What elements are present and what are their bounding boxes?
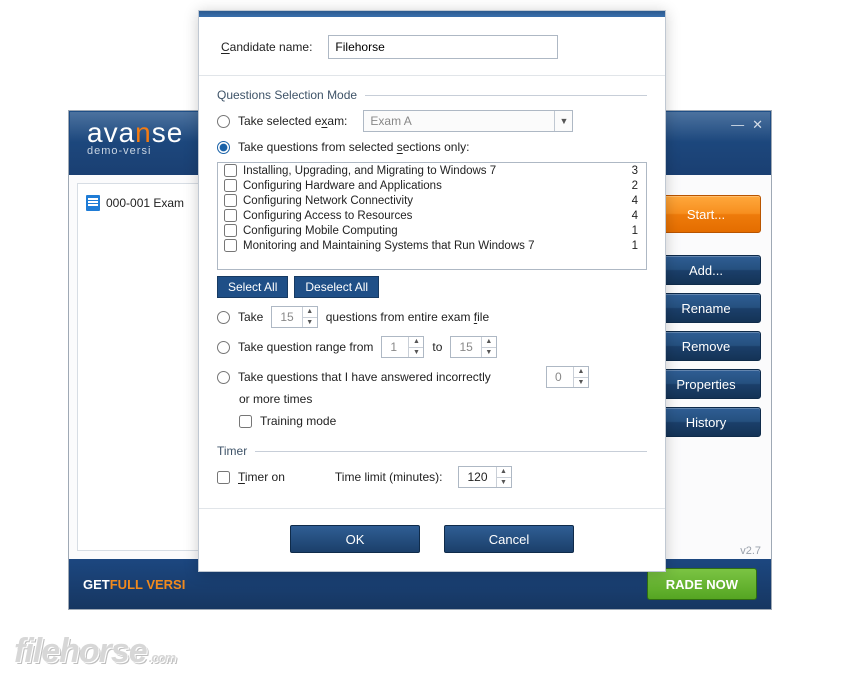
section-row[interactable]: Configuring Access to Resources 4	[218, 208, 646, 223]
start-button[interactable]: Start...	[651, 195, 761, 233]
chevron-down-icon: ▼	[554, 111, 572, 131]
start-exam-dialog: Candidate name: Questions Selection Mode…	[198, 10, 666, 572]
section-row[interactable]: Configuring Network Connectivity 4	[218, 193, 646, 208]
section-count: 2	[632, 180, 640, 192]
add-button[interactable]: Add...	[651, 255, 761, 285]
rename-button[interactable]: Rename	[651, 293, 761, 323]
take-sections-radio[interactable]	[217, 141, 230, 154]
select-all-button[interactable]: Select All	[217, 276, 288, 298]
section-label: Monitoring and Maintaining Systems that …	[243, 240, 534, 252]
take-count-radio[interactable]	[217, 311, 230, 324]
timer-heading: Timer	[217, 444, 647, 458]
section-checkbox[interactable]	[224, 194, 237, 207]
section-checkbox[interactable]	[224, 179, 237, 192]
upgrade-button[interactable]: RADE NOW	[647, 568, 757, 600]
action-button-column: Start... Add... Rename Remove Properties…	[651, 175, 771, 559]
range-from-spinner[interactable]: 1▲▼	[381, 336, 424, 358]
deselect-all-button[interactable]: Deselect All	[294, 276, 379, 298]
section-row[interactable]: Configuring Hardware and Applications 2	[218, 178, 646, 193]
incorrect-times-spinner[interactable]: 0▲▼	[546, 366, 589, 388]
time-limit-spinner[interactable]: 120▲▼	[458, 466, 511, 488]
take-incorrect-radio[interactable]	[217, 371, 230, 384]
sections-listbox[interactable]: Installing, Upgrading, and Migrating to …	[217, 162, 647, 270]
remove-button[interactable]: Remove	[651, 331, 761, 361]
product-logo: avanse demo-versi	[87, 117, 183, 157]
section-checkbox[interactable]	[224, 224, 237, 237]
history-button[interactable]: History	[651, 407, 761, 437]
time-limit-label: Time limit (minutes):	[335, 470, 443, 484]
exam-combo-value: Exam A	[370, 114, 411, 128]
spin-down-icon[interactable]: ▼	[303, 318, 317, 328]
take-selected-exam-radio[interactable]	[217, 115, 230, 128]
section-checkbox[interactable]	[224, 239, 237, 252]
training-mode-label: Training mode	[260, 414, 336, 428]
ok-button[interactable]: OK	[290, 525, 420, 553]
section-label: Configuring Hardware and Applications	[243, 180, 442, 192]
questions-selection-mode-heading: Questions Selection Mode	[217, 88, 647, 102]
section-label: Configuring Access to Resources	[243, 210, 412, 222]
spin-up-icon[interactable]: ▲	[303, 307, 317, 318]
section-count: 1	[632, 240, 640, 252]
range-to-spinner[interactable]: 15▲▼	[450, 336, 496, 358]
section-row[interactable]: Monitoring and Maintaining Systems that …	[218, 238, 646, 253]
version-label: v2.7	[740, 545, 761, 557]
take-sections-label: Take questions from selected sections on…	[238, 140, 469, 154]
section-count: 1	[632, 225, 640, 237]
minimize-icon[interactable]: —	[731, 117, 744, 133]
document-icon	[86, 195, 100, 211]
question-count-spinner[interactable]: 15▲▼	[271, 306, 317, 328]
section-label: Configuring Mobile Computing	[243, 225, 398, 237]
candidate-name-input[interactable]	[328, 35, 558, 59]
timer-on-checkbox[interactable]	[217, 471, 230, 484]
section-checkbox[interactable]	[224, 164, 237, 177]
section-row[interactable]: Installing, Upgrading, and Migrating to …	[218, 163, 646, 178]
take-selected-exam-label: Take selected exam:	[238, 114, 347, 128]
exam-combo[interactable]: Exam A ▼	[363, 110, 573, 132]
section-count: 4	[632, 210, 640, 222]
training-mode-checkbox[interactable]	[239, 415, 252, 428]
timer-on-label: Timer on	[238, 470, 285, 484]
exam-item-label: 000-001 Exam	[106, 196, 184, 210]
section-checkbox[interactable]	[224, 209, 237, 222]
cancel-button[interactable]: Cancel	[444, 525, 574, 553]
section-label: Installing, Upgrading, and Migrating to …	[243, 165, 496, 177]
section-count: 3	[632, 165, 640, 177]
section-label: Configuring Network Connectivity	[243, 195, 413, 207]
properties-button[interactable]: Properties	[651, 369, 761, 399]
close-icon[interactable]: ✕	[752, 117, 763, 133]
candidate-name-label: Candidate name:	[221, 40, 312, 54]
take-range-radio[interactable]	[217, 341, 230, 354]
section-row[interactable]: Configuring Mobile Computing 1	[218, 223, 646, 238]
filehorse-watermark: filehorse.com	[14, 632, 175, 671]
section-count: 4	[632, 195, 640, 207]
